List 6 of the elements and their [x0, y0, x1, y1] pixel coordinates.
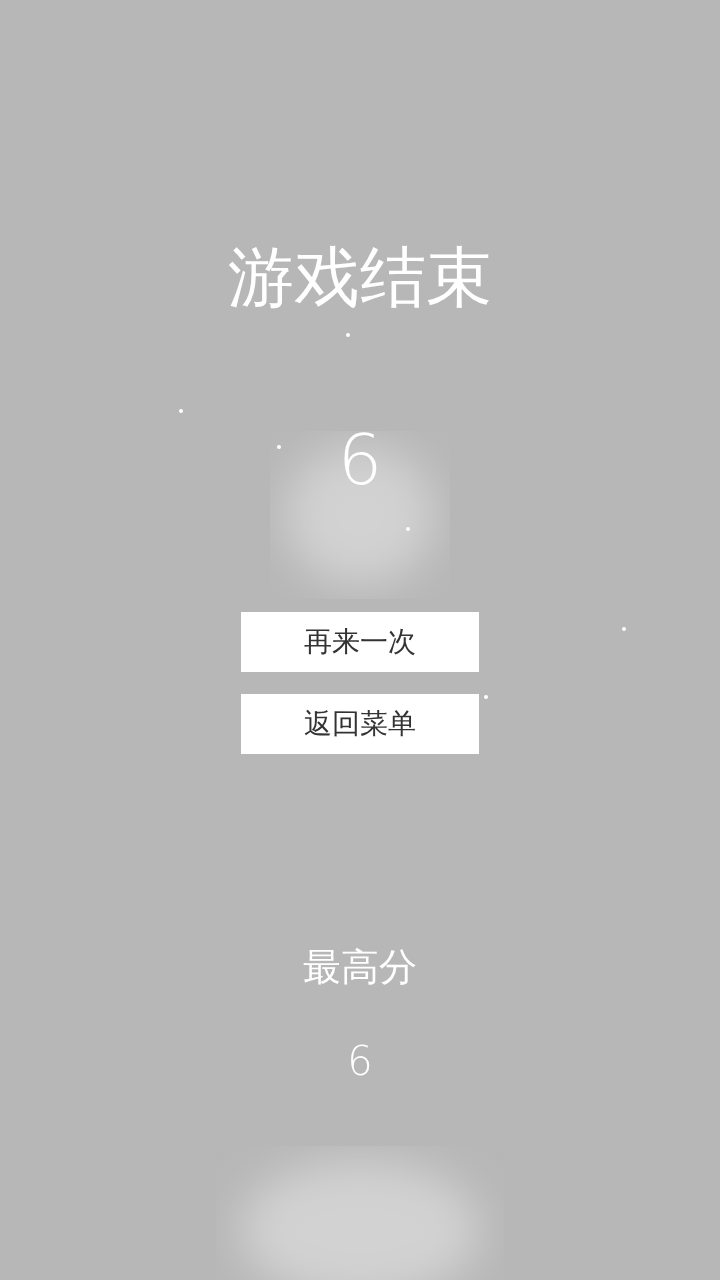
game-over-title: 游戏结束	[228, 238, 492, 318]
retry-button[interactable]: 再来一次	[241, 612, 479, 672]
menu-button[interactable]: 返回菜单	[241, 694, 479, 754]
score: 6	[337, 420, 383, 500]
best-score-value: 6	[347, 1037, 373, 1086]
best-score-label: 最高分	[303, 944, 417, 991]
